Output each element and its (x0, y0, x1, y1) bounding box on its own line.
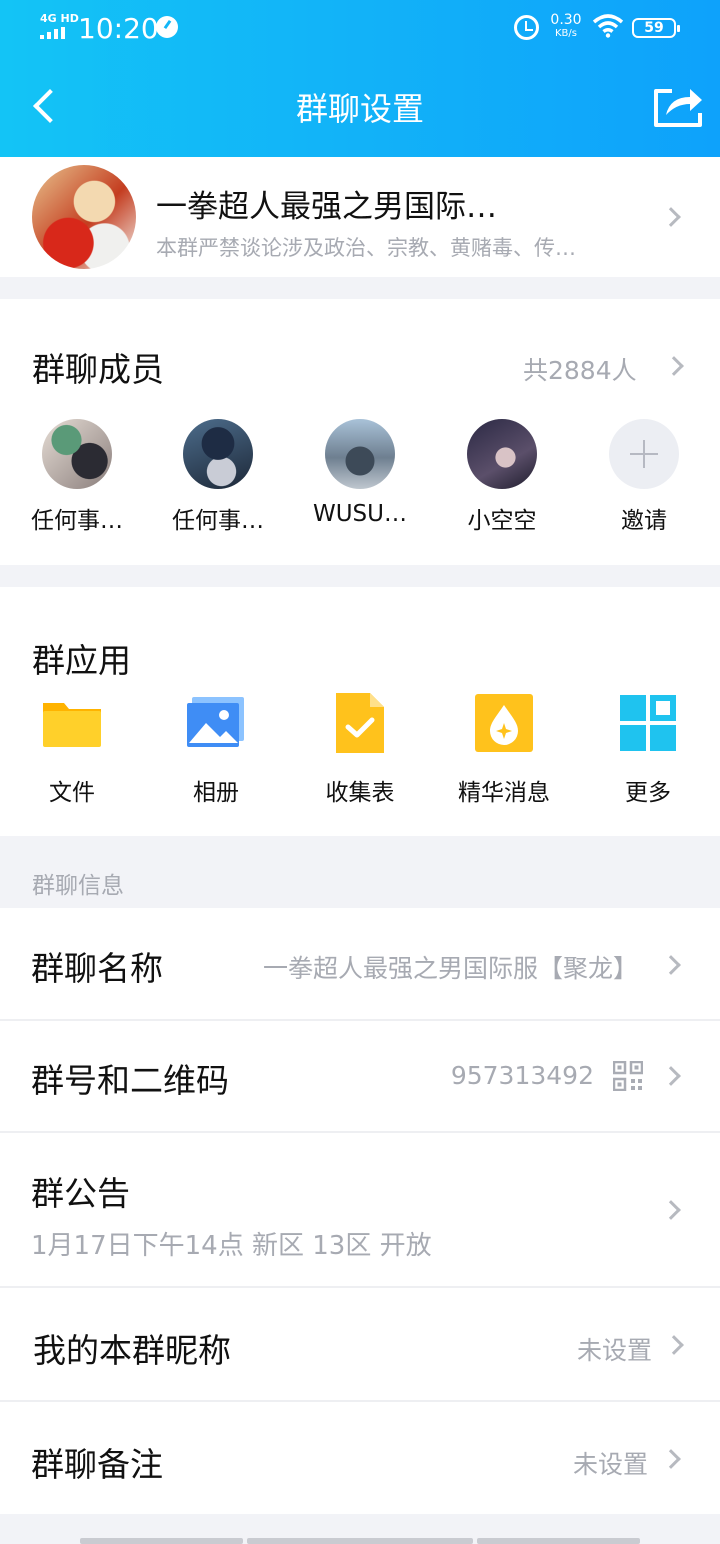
row-title: 我的本群昵称 (33, 1331, 231, 1370)
group-notice-row[interactable]: 群公告 1月17日下午14点 新区 13区 开放 (0, 1133, 720, 1286)
my-nickname-row[interactable]: 我的本群昵称 未设置 (0, 1288, 720, 1400)
wifi-icon (592, 14, 624, 38)
row-title: 群聊名称 (31, 949, 163, 988)
group-name: 一拳超人最强之男国际… (156, 189, 497, 225)
chevron-right-icon (664, 1335, 684, 1355)
share-icon[interactable] (652, 85, 704, 129)
photo-album-icon (187, 697, 244, 747)
invite-button[interactable]: 邀请 (574, 419, 714, 539)
app-essence-messages[interactable]: 精华消息 (432, 693, 576, 813)
folder-icon (43, 703, 101, 747)
member-name: 小空空 (467, 508, 537, 534)
row-title: 群号和二维码 (31, 1061, 229, 1100)
members-section: 群聊成员 共2884人 任何事… 任何事… WUSU… 小空空 邀请 (0, 299, 720, 565)
page-title: 群聊设置 (295, 90, 424, 128)
app-label: 精华消息 (458, 780, 550, 806)
app-label: 更多 (625, 780, 671, 806)
network-speed: 0.30 KB/s (548, 12, 584, 40)
member-avatar (467, 419, 537, 489)
signal-icon (40, 27, 70, 39)
member-avatar (325, 419, 395, 489)
member-avatar (42, 419, 112, 489)
chevron-right-icon (661, 955, 681, 975)
status-time: 10:20 (78, 12, 159, 45)
chevron-right-icon (661, 1449, 681, 1469)
row-value: 未设置 (576, 1336, 652, 1365)
app-more[interactable]: 更多 (576, 693, 720, 813)
member-item[interactable]: 任何事… (148, 419, 288, 539)
bottom-bar-segment (80, 1538, 243, 1544)
bottom-bar-segment (477, 1538, 640, 1544)
status-bar: 4G HD 10:20 0.30 KB/s 59 (0, 0, 720, 58)
chevron-right-icon (661, 1066, 681, 1086)
app-label: 文件 (49, 780, 95, 806)
bottom-bar-segment (247, 1538, 473, 1544)
battery-level: 59 (644, 20, 664, 36)
chevron-right-icon[interactable] (664, 356, 684, 376)
member-name: WUSU… (312, 501, 407, 527)
row-title: 群公告 (31, 1174, 130, 1213)
row-value: 957313492 (450, 1061, 594, 1090)
form-check-icon (336, 693, 384, 753)
member-name: 任何事… (31, 508, 123, 534)
app-header: 4G HD 10:20 0.30 KB/s 59 群聊设置 (0, 0, 720, 157)
plus-icon (609, 419, 679, 489)
app-files[interactable]: 文件 (0, 693, 144, 813)
row-value: 一拳超人最强之男国际服【聚龙】 (262, 954, 638, 983)
network-type: 4G HD (40, 12, 79, 25)
speed-meter-icon (156, 16, 178, 38)
app-label: 收集表 (325, 780, 395, 806)
chevron-right-icon (661, 1200, 681, 1220)
group-profile-row[interactable]: 一拳超人最强之男国际… 本群严禁谈论涉及政治、宗教、黄赌毒、传… (0, 157, 720, 277)
network-speed-unit: KB/s (555, 28, 577, 39)
group-number-row[interactable]: 群号和二维码 957313492 (0, 1021, 720, 1131)
app-label: 相册 (193, 780, 239, 806)
grid-more-icon (620, 695, 676, 751)
group-avatar (32, 165, 136, 269)
member-item[interactable]: WUSU… (290, 419, 430, 539)
group-remark-row[interactable]: 群聊备注 未设置 (0, 1402, 720, 1514)
app-collect-form[interactable]: 收集表 (288, 693, 432, 813)
battery-icon: 59 (632, 18, 680, 38)
member-name: 任何事… (172, 508, 264, 534)
essence-icon (475, 694, 533, 752)
members-count[interactable]: 共2884人 (523, 351, 637, 387)
members-title: 群聊成员 (32, 350, 164, 389)
qr-code-icon[interactable] (613, 1061, 643, 1091)
group-name-row[interactable]: 群聊名称 一拳超人最强之男国际服【聚龙】 (0, 908, 720, 1020)
alarm-icon (514, 15, 539, 40)
network-speed-value: 0.30 (550, 12, 582, 28)
member-item[interactable]: 任何事… (7, 419, 147, 539)
row-value: 未设置 (572, 1450, 648, 1479)
section-label: 群聊信息 (32, 873, 124, 899)
notice-summary: 1月17日下午14点 新区 13区 开放 (31, 1231, 432, 1261)
group-description: 本群严禁谈论涉及政治、宗教、黄赌毒、传… (156, 236, 576, 260)
row-title: 群聊备注 (31, 1445, 163, 1484)
group-apps-section: 群应用 文件 相册 收集表 精华消息 更多 (0, 587, 720, 836)
member-avatar (183, 419, 253, 489)
member-item[interactable]: 小空空 (432, 419, 572, 539)
invite-label: 邀请 (621, 508, 667, 534)
app-album[interactable]: 相册 (144, 693, 288, 813)
chevron-right-icon (661, 207, 681, 227)
apps-title: 群应用 (32, 641, 131, 680)
